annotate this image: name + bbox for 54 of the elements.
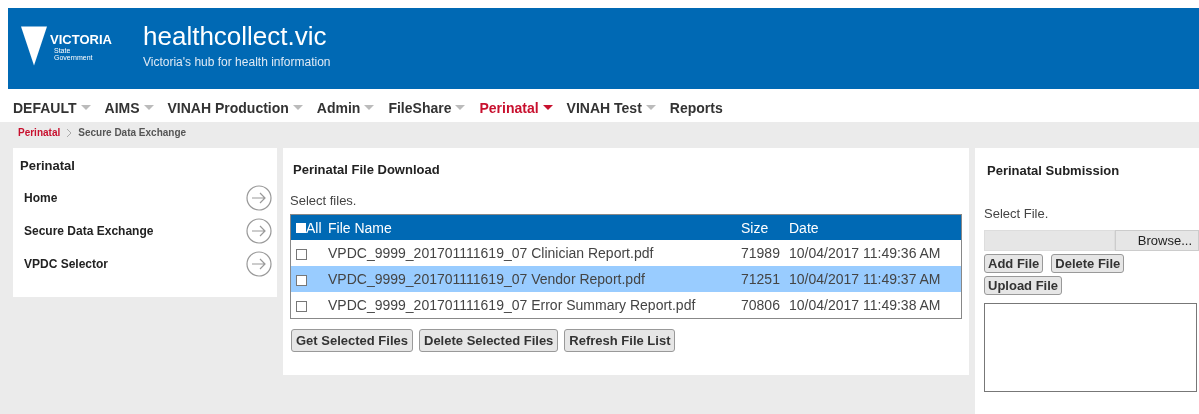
select-all-checkbox[interactable] [296, 222, 306, 233]
breadcrumb-link[interactable]: Perinatal [18, 127, 61, 138]
arrow-circle-icon[interactable] [246, 250, 272, 277]
panel-title: Perinatal Submission [987, 163, 1121, 178]
row-checkbox[interactable] [296, 300, 307, 312]
action-button[interactable]: Delete File [1051, 254, 1125, 273]
triangle-icon [21, 26, 47, 66]
sidebar-link[interactable]: VPDC Selector [24, 256, 109, 271]
logo-text: VICTORIA [50, 32, 112, 47]
nav-menu-item[interactable]: AIMS [104, 99, 154, 116]
table-cell: VPDC_9999_201701111619_07 Vendor Report.pdf [328, 271, 645, 287]
table-row[interactable]: VPDC_9999_201701111619_07 Error Summary Report.pdf 70806 10/04/2017 11:49:38 AM [290, 292, 962, 319]
table-cell: VPDC_9999_201701111619_07 Error Summary Report.pdf [328, 297, 696, 313]
column-header: All [306, 219, 322, 236]
sidebar-title: Perinatal [20, 158, 76, 173]
nav-menu-item[interactable]: Admin [316, 99, 375, 116]
sidebar-link[interactable]: Home [24, 190, 58, 205]
nav-menu-item[interactable]: VINAH Production [167, 99, 303, 116]
nav-menu-item[interactable]: DEFAULT [13, 99, 91, 116]
arrow-circle-icon[interactable] [246, 217, 272, 244]
table-cell: VPDC_9999_201701111619_07 Clinician Report.pdf [328, 245, 654, 261]
table-cell: 10/04/2017 11:49:38 AM [789, 297, 941, 313]
table-cell: 70806 [741, 297, 780, 313]
row-checkbox[interactable] [296, 274, 307, 286]
breadcrumb-text: Secure Data Exchange [78, 127, 187, 138]
table-cell: 10/04/2017 11:49:36 AM [789, 245, 941, 261]
column-header: File Name [328, 219, 392, 236]
action-button[interactable]: Upload File [984, 276, 1063, 295]
site-tagline: Victoria's hub for health information [143, 55, 331, 69]
nav-menu-item[interactable]: Perinatal [479, 99, 553, 116]
action-button[interactable]: Delete Selected Files [419, 329, 559, 352]
action-button[interactable]: Add File [984, 254, 1044, 273]
column-header: Date [789, 219, 819, 236]
browse-button[interactable]: Browse... [1115, 230, 1199, 251]
action-button[interactable]: Get Selected Files [291, 329, 413, 352]
table-row[interactable]: VPDC_9999_201701111619_07 Clinician Report.pdf 71989 10/04/2017 11:49:36 AM [290, 240, 962, 266]
sidebar-link[interactable]: Secure Data Exchange [24, 223, 154, 238]
arrow-circle-icon[interactable] [246, 184, 272, 211]
nav-menu-item[interactable]: FileShare [388, 99, 466, 116]
nav-menu-item[interactable]: Reports [669, 99, 723, 116]
panel-title: Perinatal File Download [293, 162, 441, 177]
file-list-box[interactable] [984, 303, 1197, 392]
table-cell: 10/04/2017 11:49:37 AM [789, 271, 941, 287]
file-path-field[interactable] [984, 230, 1116, 251]
column-header: Size [741, 219, 769, 236]
row-checkbox[interactable] [296, 248, 307, 260]
site-title: healthcollect.vic [143, 21, 328, 51]
nav-menu-item[interactable]: VINAH Test [566, 99, 656, 116]
instruction-text: Select File. [984, 206, 1050, 221]
table-cell: 71251 [741, 271, 780, 287]
chevron-icon [66, 127, 73, 138]
table-cell: 71989 [741, 245, 780, 261]
instruction-text: Select files. [290, 193, 358, 208]
action-button[interactable]: Refresh File List [564, 329, 676, 352]
